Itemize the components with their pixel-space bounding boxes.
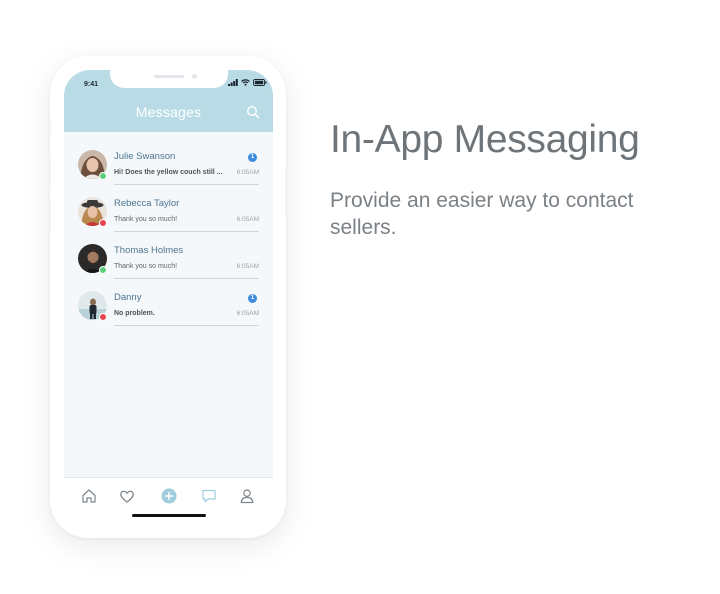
battery-icon	[253, 79, 267, 86]
conversation-item[interactable]: Julie Swanson 1 Hi! Does the yellow couc…	[64, 138, 273, 185]
message-preview: Thank you so much!	[114, 263, 178, 270]
feature-title: In-App Messaging	[330, 118, 640, 161]
message-preview: Hi! Does the yellow couch still ...	[114, 169, 223, 176]
heart-icon[interactable]	[118, 487, 136, 505]
contact-name: Julie Swanson	[114, 151, 176, 162]
busy-status-dot	[99, 313, 107, 321]
message-preview: No problem.	[114, 310, 155, 317]
page-title: Messages	[135, 104, 202, 120]
message-time: 6:05AM	[236, 216, 259, 223]
plus-icon[interactable]	[160, 487, 178, 505]
front-camera	[192, 74, 197, 79]
phone-mute-switch	[48, 122, 51, 134]
chat-icon[interactable]	[200, 487, 218, 505]
phone-screen: 9:41 Messages Julie Swanson 1 Hi! Does t…	[64, 70, 273, 522]
profile-icon[interactable]	[238, 487, 256, 505]
online-status-dot	[99, 266, 107, 274]
signal-icon	[228, 79, 238, 86]
unread-badge: 1	[248, 153, 257, 162]
home-indicator	[132, 514, 206, 517]
wifi-icon	[241, 79, 250, 86]
status-time: 9:41	[84, 81, 99, 88]
contact-name: Danny	[114, 292, 142, 303]
contact-name: Thomas Holmes	[114, 245, 184, 256]
message-time: 6:05AM	[236, 169, 259, 176]
phone-volume-up	[48, 156, 51, 188]
conversation-item[interactable]: Rebecca Taylor Thank you so much! 6:05AM	[64, 185, 273, 232]
message-preview: Thank you so much!	[114, 216, 178, 223]
contact-name: Rebecca Taylor	[114, 198, 180, 209]
conversation-item[interactable]: Thomas Holmes Thank you so much! 6:05AM	[64, 232, 273, 279]
unread-badge: 1	[248, 294, 257, 303]
busy-status-dot	[99, 219, 107, 227]
phone-notch	[110, 70, 228, 88]
phone-volume-down	[48, 200, 51, 232]
search-icon[interactable]	[246, 105, 260, 119]
online-status-dot	[99, 172, 107, 180]
home-icon[interactable]	[80, 487, 98, 505]
phone-mockup: 9:41 Messages Julie Swanson 1 Hi! Does t…	[48, 56, 288, 538]
message-time: 6:05AM	[236, 263, 259, 270]
conversation-item[interactable]: Danny 1 No problem. 6:05AM	[64, 279, 273, 326]
messages-header: 9:41 Messages	[64, 70, 273, 132]
conversation-list: Julie Swanson 1 Hi! Does the yellow couc…	[64, 138, 273, 326]
feature-description: Provide an easier way to contact sellers…	[330, 189, 634, 239]
status-icons	[228, 79, 267, 86]
message-time: 6:05AM	[236, 310, 259, 317]
bottom-tab-bar	[64, 477, 273, 522]
divider	[114, 325, 259, 326]
phone-power-button	[285, 168, 288, 218]
speaker-grill	[154, 75, 184, 78]
